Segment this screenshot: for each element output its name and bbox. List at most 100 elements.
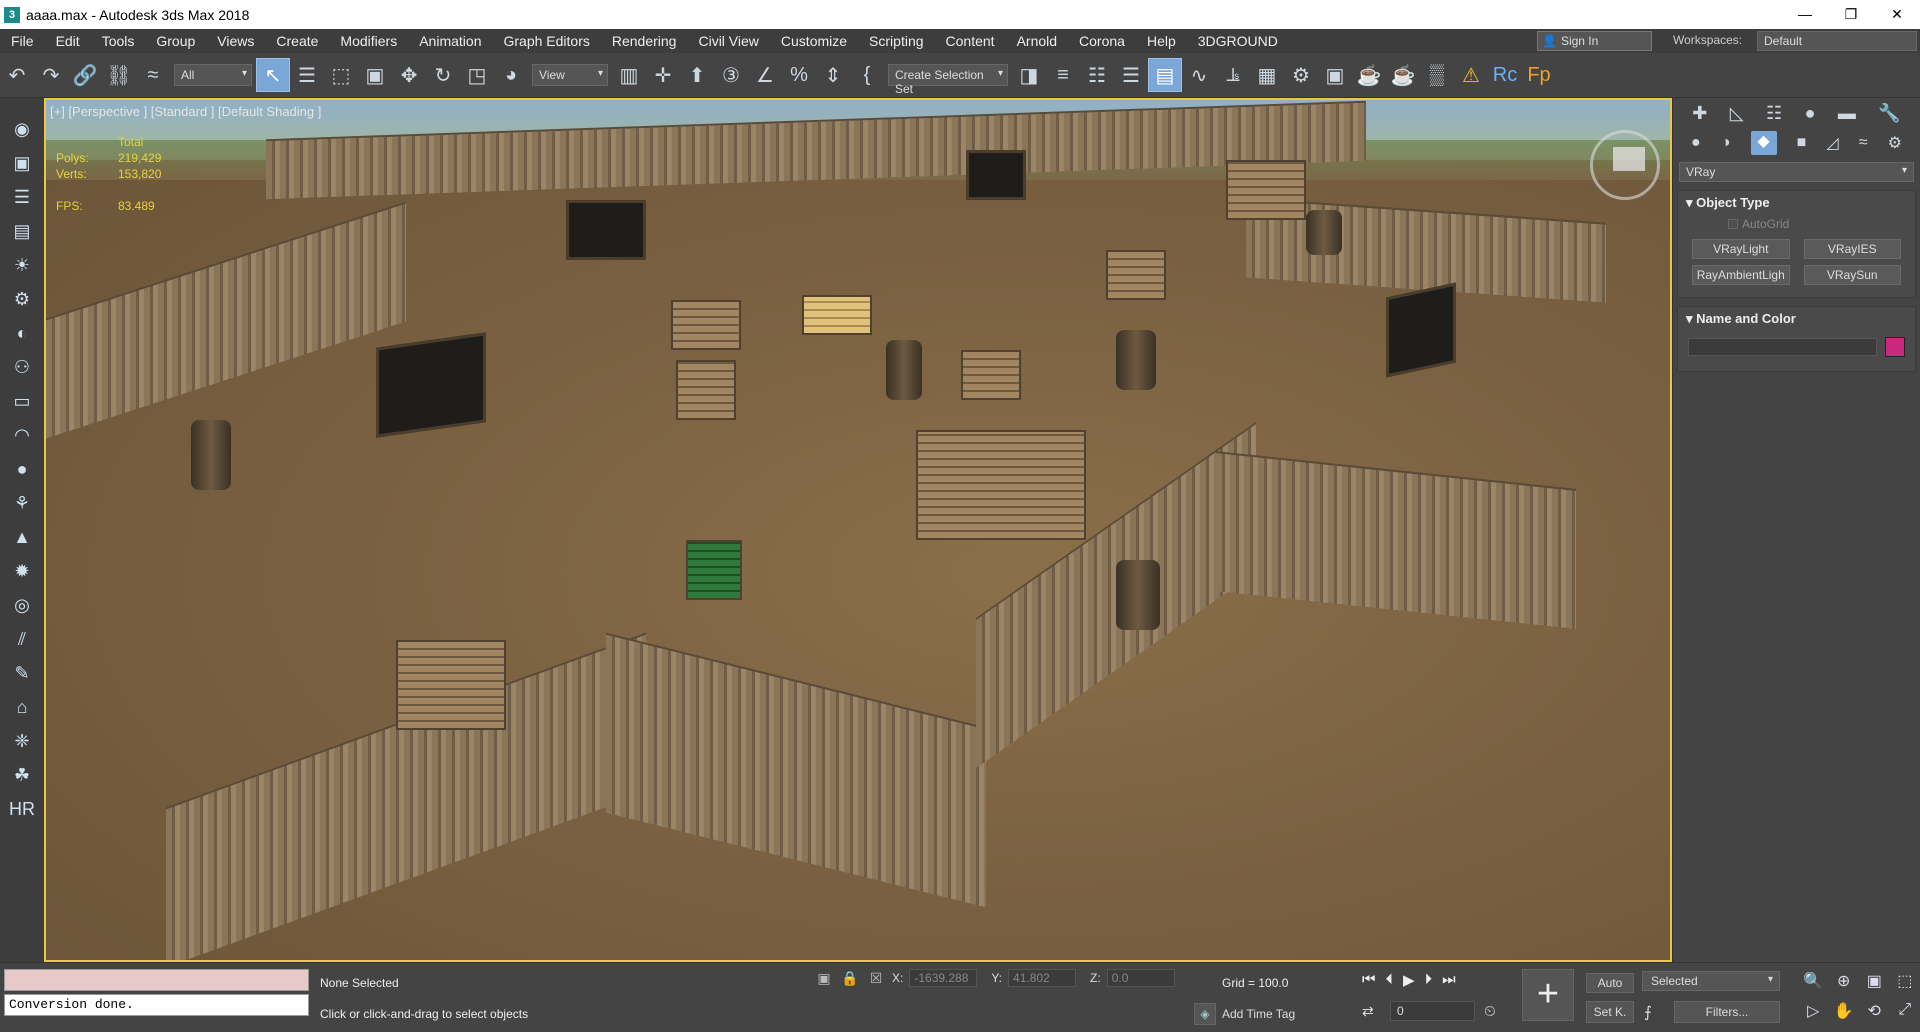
menu-customize[interactable]: Customize bbox=[770, 29, 858, 53]
zoom-extents-all-icon[interactable]: ⬚ bbox=[1892, 971, 1919, 991]
menu-tools[interactable]: Tools bbox=[91, 29, 146, 53]
go-to-end-icon[interactable]: ⏭ bbox=[1442, 971, 1456, 989]
hdri-icon[interactable]: HR bbox=[7, 792, 37, 826]
vraysun-button[interactable]: VRaySun bbox=[1803, 265, 1901, 285]
zoom-icon[interactable]: 🔍 bbox=[1800, 971, 1827, 991]
camera-icon[interactable]: ◉ bbox=[7, 112, 37, 146]
light-icon[interactable]: ☀ bbox=[7, 248, 37, 282]
x-coordinate-field[interactable]: -1639.288 bbox=[909, 969, 978, 987]
motion-tab-icon[interactable]: ● bbox=[1805, 103, 1816, 124]
selection-filter-select[interactable]: All bbox=[174, 64, 252, 86]
viewcube[interactable] bbox=[1590, 130, 1660, 200]
object-name-field[interactable] bbox=[1688, 338, 1877, 356]
render-iterative-icon[interactable]: ☕ bbox=[1386, 58, 1420, 92]
panel-icon[interactable]: ▤ bbox=[7, 214, 37, 248]
undo-icon[interactable]: ↶ bbox=[0, 58, 34, 92]
brush-icon[interactable]: ✎ bbox=[7, 656, 37, 690]
helpers-icon[interactable]: ◿ bbox=[1826, 133, 1838, 153]
select-object-icon[interactable]: ↖ bbox=[256, 58, 290, 92]
menu-group[interactable]: Group bbox=[145, 29, 206, 53]
dome-icon[interactable]: ◠ bbox=[7, 418, 37, 452]
shapes-icon[interactable]: ◑ bbox=[1721, 134, 1731, 152]
vray-frame-buffer-icon[interactable]: ▒ bbox=[1420, 58, 1454, 92]
forest-pack-icon[interactable]: Fp bbox=[1522, 58, 1556, 92]
render-setup-icon[interactable]: ⚙ bbox=[1284, 58, 1318, 92]
move-icon[interactable]: ✥ bbox=[392, 58, 426, 92]
menu-animation[interactable]: Animation bbox=[408, 29, 492, 53]
lights-icon[interactable]: ◆ bbox=[1750, 131, 1777, 155]
menu-modifiers[interactable]: Modifiers bbox=[329, 29, 408, 53]
geometry-icon[interactable]: ● bbox=[1691, 134, 1701, 152]
auto-key-button[interactable]: Auto bbox=[1586, 973, 1634, 993]
select-manipulate-icon[interactable]: ✛ bbox=[646, 58, 680, 92]
reference-coord-select[interactable]: View bbox=[532, 64, 608, 86]
mirror-icon[interactable]: ◨ bbox=[1012, 58, 1046, 92]
z-coordinate-field[interactable]: 0.0 bbox=[1106, 969, 1175, 987]
menu-graph-editors[interactable]: Graph Editors bbox=[492, 29, 600, 53]
menu-file[interactable]: File bbox=[0, 29, 45, 53]
lock-icon[interactable]: 🔒 bbox=[840, 970, 860, 987]
space-warps-icon[interactable]: ≈ bbox=[1859, 134, 1868, 152]
scene-explorer-icon[interactable]: ☷ bbox=[1080, 58, 1114, 92]
pivot-center-icon[interactable]: ▥ bbox=[612, 58, 646, 92]
curve-editor-icon[interactable]: ∿ bbox=[1182, 58, 1216, 92]
layers-icon[interactable]: ☰ bbox=[7, 180, 37, 214]
snaps-toggle-icon[interactable]: ③ bbox=[714, 58, 748, 92]
railclone-icon[interactable]: Rc bbox=[1488, 58, 1522, 92]
film-icon[interactable]: ⚇ bbox=[7, 350, 37, 384]
menu-help[interactable]: Help bbox=[1136, 29, 1187, 53]
rect-selection-icon[interactable]: ⬚ bbox=[324, 58, 358, 92]
perspective-viewport[interactable]: [+] [Perspective ] [Standard ] [Default … bbox=[44, 98, 1672, 962]
render-production-icon[interactable]: ☕ bbox=[1352, 58, 1386, 92]
menu-scripting[interactable]: Scripting bbox=[858, 29, 934, 53]
link-icon[interactable]: 🔗 bbox=[68, 58, 102, 92]
network-icon[interactable]: ❈ bbox=[7, 724, 37, 758]
restore-icon[interactable]: ❐ bbox=[1828, 0, 1874, 29]
angle-snap-icon[interactable]: ∠ bbox=[748, 58, 782, 92]
key-filters-button[interactable]: Filters... bbox=[1674, 1001, 1780, 1023]
default-tangent-icon[interactable]: ⨍ bbox=[1644, 1003, 1652, 1021]
close-icon[interactable]: ✕ bbox=[1874, 0, 1920, 29]
maximize-viewport-icon[interactable]: ⤢ bbox=[1892, 1001, 1919, 1021]
named-selection-set-select[interactable]: Create Selection Set bbox=[888, 64, 1008, 96]
keyboard-shortcut-icon[interactable]: ⬆ bbox=[680, 58, 714, 92]
viewcube-box[interactable] bbox=[1613, 147, 1645, 171]
viewport-label[interactable]: [+] [Perspective ] [Standard ] [Default … bbox=[50, 104, 321, 119]
menu-arnold[interactable]: Arnold bbox=[1006, 29, 1068, 53]
menu-edit[interactable]: Edit bbox=[45, 29, 91, 53]
maxscript-output[interactable]: Conversion done. bbox=[4, 994, 309, 1016]
utilities-tab-icon[interactable]: 🔧 bbox=[1878, 103, 1900, 124]
modify-tab-icon[interactable]: ◺ bbox=[1730, 103, 1744, 124]
align-icon[interactable]: ≡ bbox=[1046, 58, 1080, 92]
workspace-select[interactable]: Default bbox=[1757, 31, 1917, 51]
maxscript-input[interactable] bbox=[4, 969, 309, 991]
schematic-view-icon[interactable]: ⫡ bbox=[1216, 58, 1250, 92]
key-filter-select[interactable]: Selected bbox=[1642, 971, 1780, 991]
material-editor-icon[interactable]: ▦ bbox=[1250, 58, 1284, 92]
menu-views[interactable]: Views bbox=[206, 29, 265, 53]
select-by-name-icon[interactable]: ☰ bbox=[290, 58, 324, 92]
layer-explorer-icon[interactable]: ☰ bbox=[1114, 58, 1148, 92]
sun-icon[interactable]: ✹ bbox=[7, 554, 37, 588]
isolate-selection-icon[interactable]: ▣ bbox=[814, 970, 834, 987]
display-tab-icon[interactable]: ▬ bbox=[1838, 103, 1856, 124]
menu-create[interactable]: Create bbox=[265, 29, 329, 53]
zoom-all-icon[interactable]: ⊕ bbox=[1831, 971, 1858, 991]
zoom-extents-icon[interactable]: ▣ bbox=[1861, 971, 1888, 991]
systems-icon[interactable]: ⚙ bbox=[1888, 133, 1902, 153]
warning-icon[interactable]: ⚠ bbox=[1454, 58, 1488, 92]
absolute-mode-icon[interactable]: ☒ bbox=[866, 970, 886, 987]
vrayambientlight-button[interactable]: RayAmbientLigh bbox=[1692, 265, 1790, 285]
current-frame-field[interactable]: 0 bbox=[1390, 1001, 1475, 1021]
next-frame-icon[interactable]: ⏵ bbox=[1425, 971, 1433, 989]
render-icon[interactable]: ▣ bbox=[7, 146, 37, 180]
hierarchy-tab-icon[interactable]: ☷ bbox=[1766, 103, 1782, 124]
menu-civil-view[interactable]: Civil View bbox=[687, 29, 769, 53]
gear-icon[interactable]: ⚙ bbox=[7, 282, 37, 316]
rendered-frame-window-icon[interactable]: ▣ bbox=[1318, 58, 1352, 92]
globe-icon[interactable]: ◎ bbox=[7, 588, 37, 622]
unlink-icon[interactable]: ⛓ bbox=[102, 58, 136, 92]
mesh-icon[interactable]: ⌂ bbox=[7, 690, 37, 724]
cone-icon[interactable]: ▲ bbox=[7, 520, 37, 554]
orbit-icon[interactable]: ⟲ bbox=[1861, 1001, 1888, 1021]
